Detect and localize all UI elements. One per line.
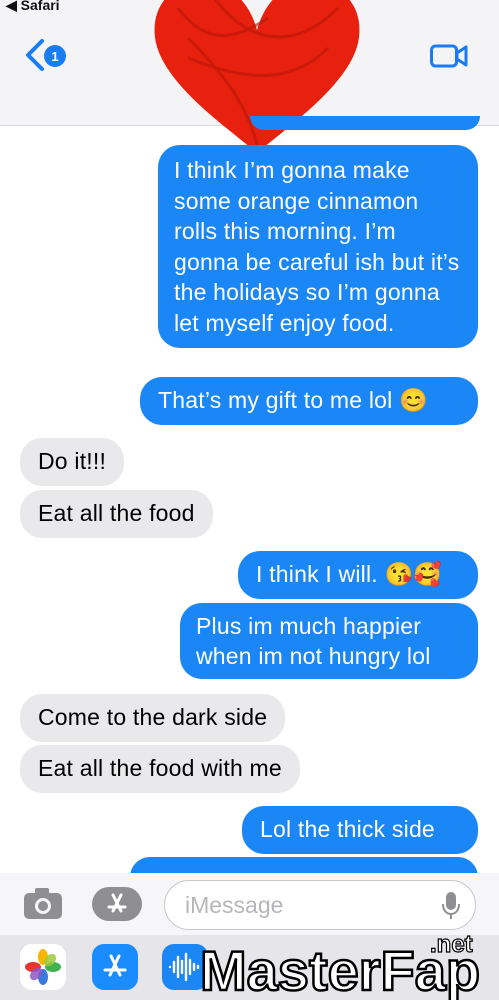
microphone-icon[interactable] [441,891,461,921]
app-store-icon [107,893,127,913]
incoming-message: Do it!!! [20,438,125,486]
app-store-dock-icon[interactable] [92,944,138,990]
outgoing-message: That’s my gift to me lol 😊 [140,377,478,425]
incoming-message: Come to the dark side [20,694,286,742]
message-input[interactable]: iMessage [164,880,476,930]
svg-text:.net: .net [430,931,473,958]
video-call-icon[interactable] [430,44,468,68]
outgoing-message: Lol the thick side [242,806,478,854]
outgoing-message: Plus im much happier when im not hungry … [180,603,478,679]
camera-icon[interactable] [22,885,64,921]
photos-app-icon[interactable] [20,944,66,990]
heart-drawing-overlay [154,0,360,153]
incoming-message: Eat all the food with me [20,745,300,793]
message-input-placeholder: iMessage [185,892,284,918]
watermark-logo: MasterFap .net [199,930,482,1000]
previous-message-bubble [250,116,480,130]
app-store-apps-button[interactable] [92,887,142,921]
unread-badge[interactable]: 1 [44,45,66,67]
incoming-message: Eat all the food [20,490,213,538]
outgoing-message: I think I will. 😘🥰 [238,551,478,599]
outgoing-message: I think I’m gonna make some orange cinna… [158,145,478,348]
status-back-to-app[interactable]: ◀ Safari [6,0,60,14]
